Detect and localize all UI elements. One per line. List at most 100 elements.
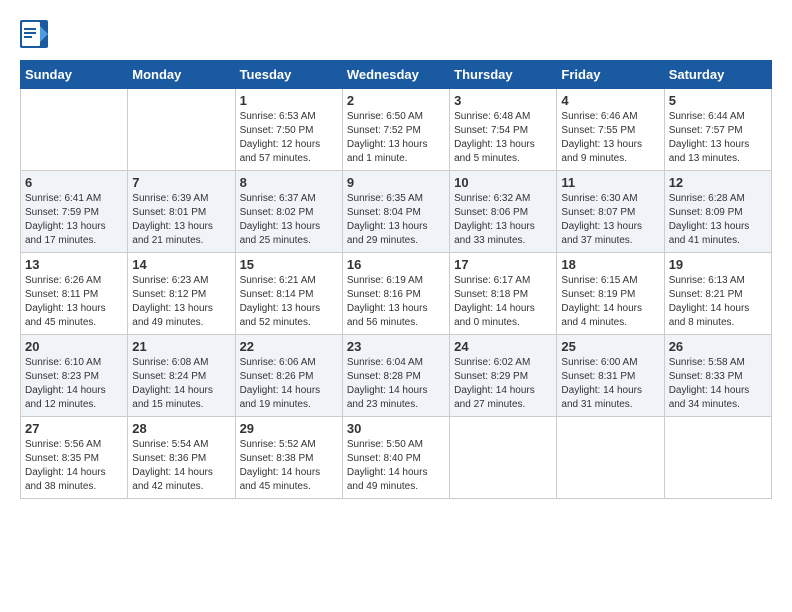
day-number: 3: [454, 93, 552, 108]
weekday-header: Saturday: [664, 61, 771, 89]
day-number: 15: [240, 257, 338, 272]
day-info: Sunrise: 6:28 AM Sunset: 8:09 PM Dayligh…: [669, 192, 767, 248]
calendar-cell: 30 Sunrise: 5:50 AM Sunset: 8:40 PM Dayli…: [342, 417, 449, 499]
calendar-week-row: 6 Sunrise: 6:41 AM Sunset: 7:59 PM Daylig…: [21, 171, 772, 253]
day-number: 18: [561, 257, 659, 272]
calendar-body: 1 Sunrise: 6:53 AM Sunset: 7:50 PM Daylig…: [21, 89, 772, 499]
day-number: 27: [25, 421, 123, 436]
calendar-cell: 18 Sunrise: 6:15 AM Sunset: 8:19 PM Dayli…: [557, 253, 664, 335]
calendar-cell: 9 Sunrise: 6:35 AM Sunset: 8:04 PM Daylig…: [342, 171, 449, 253]
day-number: 7: [132, 175, 230, 190]
day-number: 24: [454, 339, 552, 354]
day-info: Sunrise: 6:06 AM Sunset: 8:26 PM Dayligh…: [240, 356, 338, 412]
calendar-cell: 5Sunrise: 6:44 AM Sunset: 7:57 PM Daylig…: [664, 89, 771, 171]
day-number: 13: [25, 257, 123, 272]
day-info: Sunrise: 5:56 AM Sunset: 8:35 PM Dayligh…: [25, 438, 123, 494]
calendar-cell: [128, 89, 235, 171]
calendar-cell: 3 Sunrise: 6:48 AM Sunset: 7:54 PM Daylig…: [450, 89, 557, 171]
day-info: Sunrise: 6:32 AM Sunset: 8:06 PM Dayligh…: [454, 192, 552, 248]
day-info: Sunrise: 6:30 AM Sunset: 8:07 PM Dayligh…: [561, 192, 659, 248]
calendar-cell: 19 Sunrise: 6:13 AM Sunset: 8:21 PM Dayli…: [664, 253, 771, 335]
calendar-cell: 26Sunrise: 5:58 AM Sunset: 8:33 PM Dayli…: [664, 335, 771, 417]
day-info: Sunrise: 6:50 AM Sunset: 7:52 PM Dayligh…: [347, 110, 445, 166]
calendar-cell: 22 Sunrise: 6:06 AM Sunset: 8:26 PM Dayli…: [235, 335, 342, 417]
calendar-cell: 4 Sunrise: 6:46 AM Sunset: 7:55 PM Daylig…: [557, 89, 664, 171]
weekday-header: Friday: [557, 61, 664, 89]
weekday-header: Wednesday: [342, 61, 449, 89]
day-number: 10: [454, 175, 552, 190]
header-row: SundayMondayTuesdayWednesdayThursdayFrid…: [21, 61, 772, 89]
calendar-cell: 14 Sunrise: 6:23 AM Sunset: 8:12 PM Dayli…: [128, 253, 235, 335]
day-info: Sunrise: 6:53 AM Sunset: 7:50 PM Dayligh…: [240, 110, 338, 166]
day-number: 9: [347, 175, 445, 190]
day-info: Sunrise: 6:48 AM Sunset: 7:54 PM Dayligh…: [454, 110, 552, 166]
calendar-cell: 6 Sunrise: 6:41 AM Sunset: 7:59 PM Daylig…: [21, 171, 128, 253]
calendar-cell: 23Sunrise: 6:04 AM Sunset: 8:28 PM Dayli…: [342, 335, 449, 417]
calendar-header: SundayMondayTuesdayWednesdayThursdayFrid…: [21, 61, 772, 89]
day-info: Sunrise: 5:58 AM Sunset: 8:33 PM Dayligh…: [669, 356, 767, 412]
calendar-week-row: 20 Sunrise: 6:10 AM Sunset: 8:23 PM Dayli…: [21, 335, 772, 417]
calendar-cell: 29 Sunrise: 5:52 AM Sunset: 8:38 PM Dayli…: [235, 417, 342, 499]
calendar-cell: 10 Sunrise: 6:32 AM Sunset: 8:06 PM Dayli…: [450, 171, 557, 253]
day-info: Sunrise: 5:50 AM Sunset: 8:40 PM Dayligh…: [347, 438, 445, 494]
calendar-cell: [557, 417, 664, 499]
day-info: Sunrise: 6:41 AM Sunset: 7:59 PM Dayligh…: [25, 192, 123, 248]
day-number: 25: [561, 339, 659, 354]
day-info: Sunrise: 6:19 AM Sunset: 8:16 PM Dayligh…: [347, 274, 445, 330]
day-info: Sunrise: 6:37 AM Sunset: 8:02 PM Dayligh…: [240, 192, 338, 248]
logo-icon: [20, 20, 50, 50]
calendar-cell: 1 Sunrise: 6:53 AM Sunset: 7:50 PM Daylig…: [235, 89, 342, 171]
day-number: 20: [25, 339, 123, 354]
day-info: Sunrise: 6:15 AM Sunset: 8:19 PM Dayligh…: [561, 274, 659, 330]
day-number: 14: [132, 257, 230, 272]
calendar-cell: 7 Sunrise: 6:39 AM Sunset: 8:01 PM Daylig…: [128, 171, 235, 253]
calendar-cell: [21, 89, 128, 171]
calendar-cell: 11Sunrise: 6:30 AM Sunset: 8:07 PM Dayli…: [557, 171, 664, 253]
day-info: Sunrise: 6:46 AM Sunset: 7:55 PM Dayligh…: [561, 110, 659, 166]
day-info: Sunrise: 6:10 AM Sunset: 8:23 PM Dayligh…: [25, 356, 123, 412]
day-info: Sunrise: 5:52 AM Sunset: 8:38 PM Dayligh…: [240, 438, 338, 494]
day-number: 1: [240, 93, 338, 108]
day-number: 23: [347, 339, 445, 354]
calendar-week-row: 13 Sunrise: 6:26 AM Sunset: 8:11 PM Dayli…: [21, 253, 772, 335]
calendar-cell: 16 Sunrise: 6:19 AM Sunset: 8:16 PM Dayli…: [342, 253, 449, 335]
day-info: Sunrise: 6:44 AM Sunset: 7:57 PM Dayligh…: [669, 110, 767, 166]
calendar-week-row: 1 Sunrise: 6:53 AM Sunset: 7:50 PM Daylig…: [21, 89, 772, 171]
calendar-cell: 17Sunrise: 6:17 AM Sunset: 8:18 PM Dayli…: [450, 253, 557, 335]
calendar-cell: 15 Sunrise: 6:21 AM Sunset: 8:14 PM Dayli…: [235, 253, 342, 335]
day-number: 19: [669, 257, 767, 272]
calendar-cell: 27 Sunrise: 5:56 AM Sunset: 8:35 PM Dayli…: [21, 417, 128, 499]
day-info: Sunrise: 6:26 AM Sunset: 8:11 PM Dayligh…: [25, 274, 123, 330]
day-info: Sunrise: 6:21 AM Sunset: 8:14 PM Dayligh…: [240, 274, 338, 330]
weekday-header: Tuesday: [235, 61, 342, 89]
day-number: 22: [240, 339, 338, 354]
calendar-cell: 12 Sunrise: 6:28 AM Sunset: 8:09 PM Dayli…: [664, 171, 771, 253]
calendar-cell: 8Sunrise: 6:37 AM Sunset: 8:02 PM Daylig…: [235, 171, 342, 253]
header: [20, 20, 772, 50]
day-info: Sunrise: 5:54 AM Sunset: 8:36 PM Dayligh…: [132, 438, 230, 494]
calendar-cell: 13 Sunrise: 6:26 AM Sunset: 8:11 PM Dayli…: [21, 253, 128, 335]
day-number: 28: [132, 421, 230, 436]
weekday-header: Thursday: [450, 61, 557, 89]
day-number: 16: [347, 257, 445, 272]
day-number: 30: [347, 421, 445, 436]
day-info: Sunrise: 6:00 AM Sunset: 8:31 PM Dayligh…: [561, 356, 659, 412]
day-info: Sunrise: 6:39 AM Sunset: 8:01 PM Dayligh…: [132, 192, 230, 248]
calendar-week-row: 27 Sunrise: 5:56 AM Sunset: 8:35 PM Dayli…: [21, 417, 772, 499]
day-info: Sunrise: 6:08 AM Sunset: 8:24 PM Dayligh…: [132, 356, 230, 412]
day-info: Sunrise: 6:35 AM Sunset: 8:04 PM Dayligh…: [347, 192, 445, 248]
day-info: Sunrise: 6:23 AM Sunset: 8:12 PM Dayligh…: [132, 274, 230, 330]
day-number: 6: [25, 175, 123, 190]
calendar-cell: 28 Sunrise: 5:54 AM Sunset: 8:36 PM Dayli…: [128, 417, 235, 499]
day-info: Sunrise: 6:13 AM Sunset: 8:21 PM Dayligh…: [669, 274, 767, 330]
calendar-cell: 20 Sunrise: 6:10 AM Sunset: 8:23 PM Dayli…: [21, 335, 128, 417]
calendar-cell: 24Sunrise: 6:02 AM Sunset: 8:29 PM Dayli…: [450, 335, 557, 417]
calendar-cell: 21Sunrise: 6:08 AM Sunset: 8:24 PM Dayli…: [128, 335, 235, 417]
day-number: 29: [240, 421, 338, 436]
day-number: 4: [561, 93, 659, 108]
logo: [20, 20, 54, 50]
day-number: 17: [454, 257, 552, 272]
calendar-table: SundayMondayTuesdayWednesdayThursdayFrid…: [20, 60, 772, 499]
weekday-header: Sunday: [21, 61, 128, 89]
day-number: 12: [669, 175, 767, 190]
